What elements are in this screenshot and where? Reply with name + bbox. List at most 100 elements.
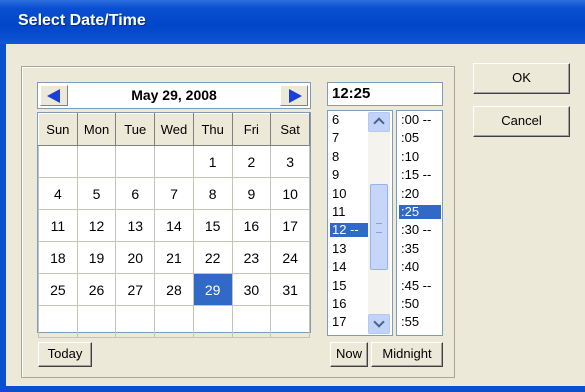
hour-option[interactable]: 8 — [330, 149, 368, 164]
calendar-day-cell[interactable]: 2 — [231, 145, 272, 178]
hour-option[interactable]: 16 — [330, 297, 368, 311]
calendar-week-row: 123 — [38, 145, 310, 178]
next-month-button[interactable] — [280, 85, 308, 106]
calendar-day-cell[interactable] — [231, 305, 272, 338]
select-datetime-dialog: Select Date/Time May 29, 2008 Sun Mon Tue W… — [0, 0, 585, 392]
hour-option[interactable]: 12 -- — [330, 223, 368, 238]
scroll-up-button[interactable] — [368, 112, 390, 132]
calendar-day-cell[interactable]: 12 — [76, 209, 117, 242]
calendar-day-cell[interactable] — [76, 145, 117, 178]
minute-option[interactable]: :45 -- — [399, 278, 441, 293]
calendar-day-cell[interactable]: 22 — [192, 241, 233, 274]
calendar-week-row: 4 5 6 7 8 9 10 — [38, 177, 310, 210]
calendar-day-cell[interactable]: 31 — [270, 273, 310, 306]
calendar-day-cell[interactable]: 16 — [231, 209, 272, 242]
calendar-day-cell[interactable] — [115, 305, 156, 338]
time-display: 12:25 — [327, 82, 443, 106]
calendar-day-cell[interactable]: 6 — [115, 177, 156, 210]
minute-option[interactable]: :50 — [399, 297, 441, 311]
calendar-day-cell[interactable]: 24 — [270, 241, 310, 274]
minutes-list[interactable]: :00 -- :05 :10 :15 -- :20 :25 :30 -- :35 :40 :45 … — [396, 110, 443, 336]
hour-option[interactable]: 15 — [330, 278, 368, 293]
calendar-day-cell[interactable]: 18 — [38, 241, 78, 274]
hour-option[interactable]: 13 — [330, 241, 368, 256]
calendar-week-row: 25 26 27 28 29 30 31 — [38, 273, 310, 306]
calendar-day-cell[interactable]: 13 — [115, 209, 156, 242]
hour-option[interactable]: 10 — [330, 186, 368, 201]
minute-option[interactable]: :20 — [399, 186, 441, 201]
calendar-day-cell[interactable]: 9 — [231, 177, 272, 210]
hour-option[interactable]: 14 — [330, 260, 368, 274]
midnight-button[interactable]: Midnight — [371, 342, 443, 367]
calendar-day-cell[interactable]: 11 — [38, 209, 78, 242]
minute-option[interactable]: :40 — [399, 260, 441, 274]
scroll-down-button[interactable] — [368, 314, 390, 334]
scroll-thumb[interactable] — [370, 184, 388, 270]
calendar-day-cell[interactable]: 29 — [192, 273, 233, 306]
minute-option[interactable]: :10 — [399, 149, 441, 164]
calendar-day-cell[interactable] — [154, 305, 194, 338]
calendar-day-cell[interactable]: 14 — [154, 209, 194, 242]
calendar-month-title: May 29, 2008 — [131, 87, 217, 103]
calendar-day-cell[interactable]: 28 — [154, 273, 194, 306]
hour-option[interactable]: 17 — [330, 315, 368, 329]
calendar-day-cell[interactable]: 21 — [154, 241, 194, 274]
weekday-header: Sun — [38, 113, 78, 146]
calendar-day-cell[interactable] — [270, 305, 310, 338]
hour-option[interactable]: 11 — [330, 205, 368, 219]
hour-option[interactable]: 7 — [330, 131, 368, 145]
hour-option[interactable]: 9 — [330, 168, 368, 182]
previous-month-button[interactable] — [40, 85, 68, 106]
calendar-day-cell[interactable] — [38, 305, 78, 338]
calendar-day-cell[interactable] — [154, 145, 194, 178]
ok-button[interactable]: OK — [473, 63, 570, 94]
now-button[interactable]: Now — [330, 342, 368, 367]
minute-option[interactable]: :00 -- — [399, 113, 441, 127]
calendar-day-cell[interactable]: 1 — [192, 145, 233, 178]
calendar-day-cell[interactable] — [115, 145, 156, 178]
calendar-header: May 29, 2008 — [37, 82, 311, 109]
weekday-header: Sat — [270, 113, 310, 146]
calendar-grid: Sun Mon Tue Wed Thu Fri Sat 1 2 3 4 5 6 7 8 9 10 11 12 13 14… — [37, 112, 311, 338]
window-frame-bottom — [0, 386, 585, 392]
grip-icon — [376, 223, 382, 233]
calendar-day-cell[interactable]: 30 — [231, 273, 272, 306]
title-bar[interactable]: Select Date/Time — [0, 0, 585, 44]
calendar-day-cell[interactable]: 17 — [270, 209, 310, 242]
weekday-header: Tue — [115, 113, 156, 146]
calendar-day-cell[interactable]: 26 — [76, 273, 117, 306]
window-title: Select Date/Time — [18, 12, 146, 29]
hours-list[interactable]: 6 7 8 9 10 11 12 -- 13 14 15 16 17 — [327, 110, 393, 336]
minute-option[interactable]: :05 — [399, 131, 441, 145]
calendar-day-cell[interactable] — [192, 305, 233, 338]
today-button[interactable]: Today — [38, 342, 92, 367]
calendar-day-cell[interactable]: 23 — [231, 241, 272, 274]
calendar-day-cell[interactable] — [38, 145, 78, 178]
cancel-button[interactable]: Cancel — [473, 106, 570, 137]
hours-scrollbar[interactable] — [368, 112, 390, 334]
calendar-day-cell[interactable]: 8 — [192, 177, 233, 210]
minute-option[interactable]: :30 -- — [399, 223, 441, 237]
minute-option[interactable]: :15 -- — [399, 168, 441, 182]
calendar-day-cell[interactable]: 15 — [192, 209, 233, 242]
calendar-day-cell[interactable]: 3 — [270, 145, 310, 178]
hour-option[interactable]: 6 — [330, 113, 368, 127]
calendar-week-row: 18 19 20 21 22 23 24 — [38, 241, 310, 274]
minute-option[interactable]: :35 — [399, 241, 441, 256]
weekday-header: Wed — [154, 113, 194, 146]
window-frame-left — [0, 44, 6, 392]
calendar-day-cell[interactable]: 7 — [154, 177, 194, 210]
calendar-day-cell[interactable]: 25 — [38, 273, 78, 306]
calendar-day-cell[interactable]: 10 — [270, 177, 310, 210]
weekday-header: Fri — [231, 113, 272, 146]
calendar-day-cell[interactable]: 27 — [115, 273, 156, 306]
weekday-header: Mon — [76, 113, 117, 146]
arrow-right-icon — [289, 89, 302, 103]
calendar-day-cell[interactable]: 4 — [38, 177, 78, 210]
minute-option[interactable]: :55 — [399, 315, 441, 329]
calendar-day-cell[interactable]: 19 — [76, 241, 117, 274]
minute-option[interactable]: :25 — [399, 205, 441, 219]
calendar-day-cell[interactable] — [76, 305, 117, 338]
calendar-day-cell[interactable]: 5 — [76, 177, 117, 210]
calendar-day-cell[interactable]: 20 — [115, 241, 156, 274]
